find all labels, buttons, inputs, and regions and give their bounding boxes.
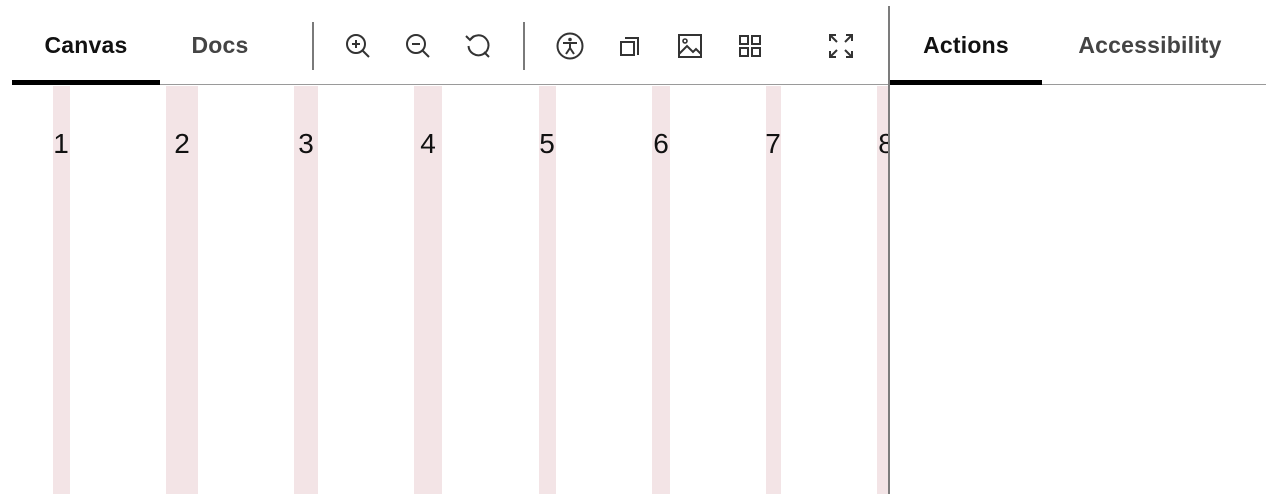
outline-icon: [620, 37, 639, 56]
column-label: 8: [878, 128, 888, 159]
tab-docs-label: Docs: [191, 31, 249, 58]
main-toolbar: Canvas Docs: [12, 6, 888, 85]
tab-accessibility[interactable]: Accessibility: [1042, 6, 1258, 84]
toolbar-divider: [523, 22, 525, 70]
background-button[interactable]: [672, 28, 708, 64]
canvas-preview: 1 2 3 4 5 6 7 8: [12, 86, 888, 494]
zoom-in-icon: [346, 34, 370, 58]
outline-button[interactable]: [612, 28, 648, 64]
zoom-in-button[interactable]: [340, 28, 376, 64]
left-edge: [0, 0, 12, 494]
tab-docs[interactable]: Docs: [160, 6, 280, 84]
active-tab-indicator: [12, 80, 160, 85]
accessibility-icon: [556, 32, 584, 60]
column-label: 1: [53, 128, 69, 159]
column-label: 7: [765, 128, 781, 159]
background-icon: [678, 34, 702, 58]
reset-zoom-button[interactable]: [460, 28, 496, 64]
tab-actions[interactable]: Actions: [890, 6, 1042, 85]
column-label: 5: [539, 128, 555, 159]
column-label: 3: [298, 128, 314, 159]
reset-zoom-icon: [465, 34, 490, 58]
column-label: 6: [653, 128, 669, 159]
accessibility-button[interactable]: [552, 28, 588, 64]
tab-actions-label: Actions: [923, 31, 1009, 58]
zoom-out-icon: [406, 34, 430, 58]
column-label: 4: [420, 128, 436, 159]
addons-panel: Actions Accessibility: [890, 6, 1266, 494]
column-label: 2: [174, 128, 190, 159]
active-tab-indicator: [890, 80, 1042, 85]
grid-button[interactable]: [732, 28, 768, 64]
tab-canvas-label: Canvas: [44, 31, 128, 58]
tab-accessibility-label: Accessibility: [1078, 31, 1222, 58]
grid-icon: [739, 35, 761, 57]
fullscreen-button[interactable]: [823, 28, 859, 64]
fullscreen-icon: [829, 34, 853, 58]
toolbar-divider: [312, 22, 314, 70]
addons-tabs: Actions Accessibility: [890, 6, 1266, 85]
tab-canvas[interactable]: Canvas: [12, 6, 160, 85]
zoom-out-button[interactable]: [400, 28, 436, 64]
